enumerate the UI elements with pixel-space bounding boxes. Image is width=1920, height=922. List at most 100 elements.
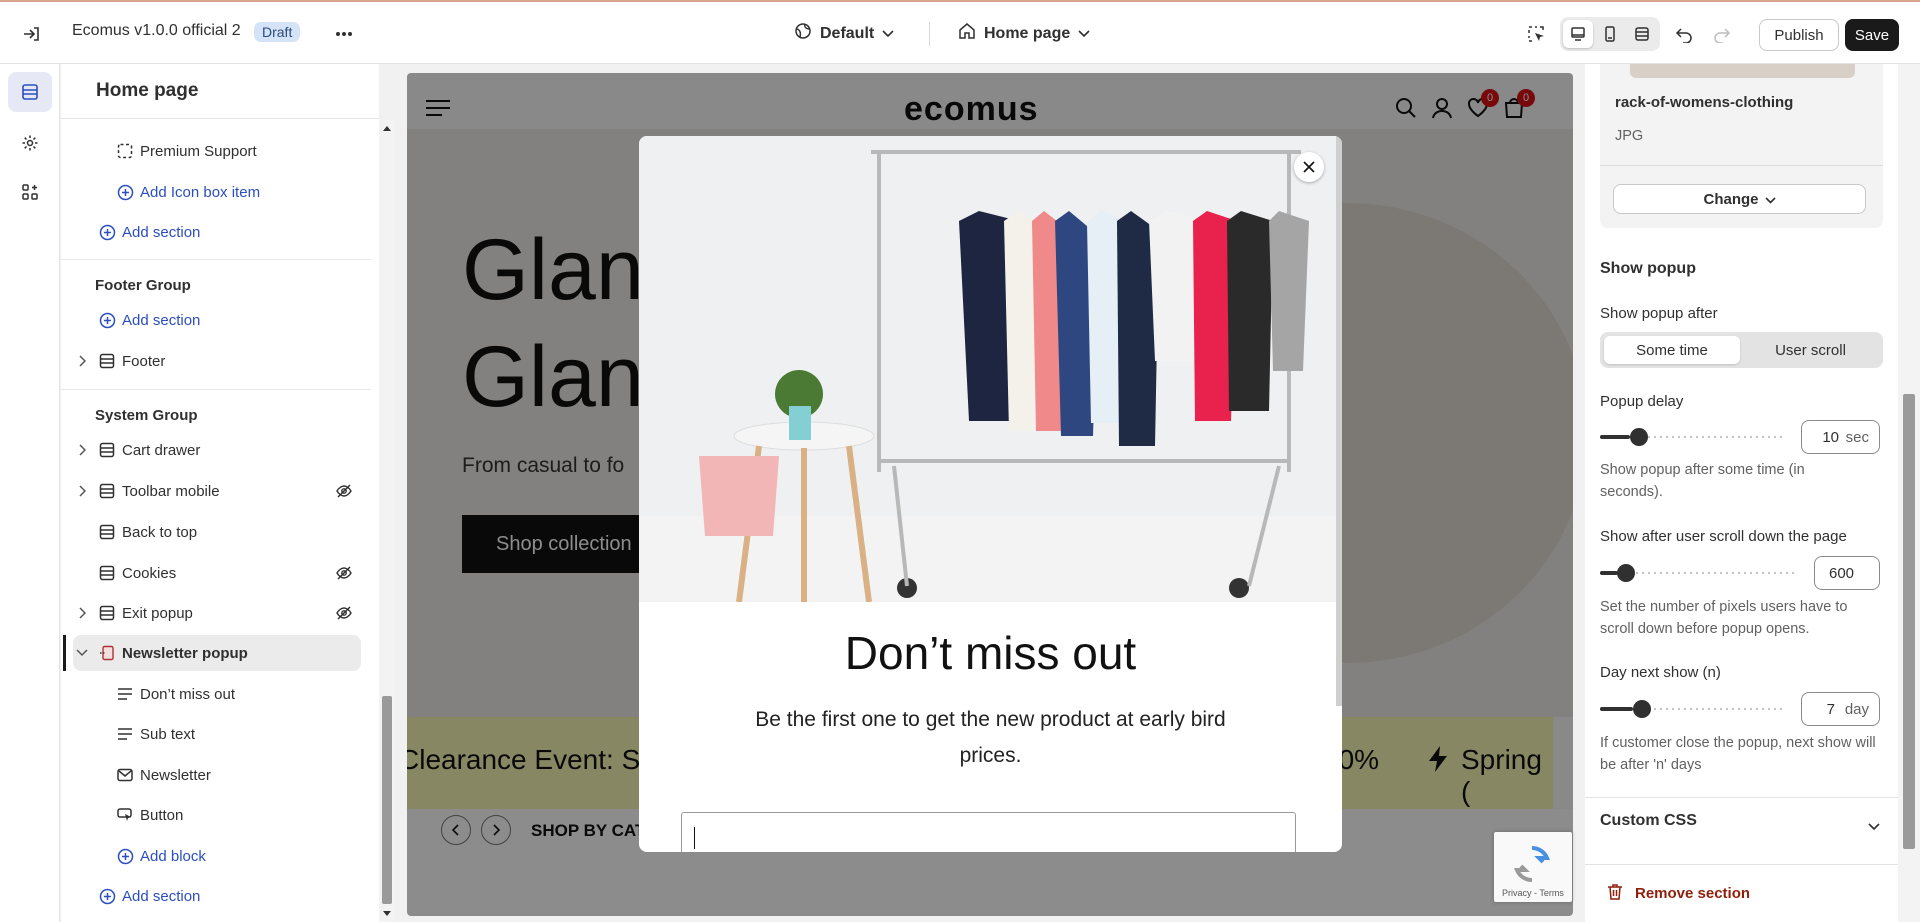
section-footer[interactable]: Footer	[61, 343, 361, 379]
section-cookies[interactable]: Cookies	[61, 555, 361, 591]
block-label: Don’t miss out	[140, 685, 236, 703]
more-icon[interactable]	[330, 20, 358, 48]
section-label: Cookies	[122, 564, 177, 582]
chevron-right-icon[interactable]	[75, 444, 89, 456]
redo-icon[interactable]	[1708, 20, 1736, 48]
scroll-thumb[interactable]	[1903, 394, 1915, 849]
day-next-show-slider[interactable]	[1600, 699, 1785, 719]
slider-knob[interactable]	[1617, 564, 1635, 582]
image-name: rack-of-womens-clothing	[1615, 94, 1794, 111]
popup-delay-input[interactable]: 10 sec	[1801, 420, 1880, 454]
block-label: Premium Support	[140, 142, 257, 160]
remove-section-button[interactable]: Remove section	[1607, 883, 1750, 904]
undo-icon[interactable]	[1670, 20, 1698, 48]
popup-delay-label: Popup delay	[1600, 393, 1684, 410]
popup-delay-value: 10	[1822, 428, 1839, 446]
add-icon-box-item-button[interactable]: Add Icon box item	[61, 174, 361, 210]
popup-delay-slider[interactable]	[1600, 427, 1785, 447]
popup-email-input[interactable]	[681, 812, 1296, 852]
block-button[interactable]: Button	[61, 797, 361, 833]
slider-knob[interactable]	[1630, 428, 1648, 446]
close-icon[interactable]	[1294, 152, 1324, 182]
add-section-button[interactable]: Add section	[61, 302, 361, 338]
popup-title: Don’t miss out	[844, 627, 1137, 679]
block-sub-text[interactable]: Sub text	[61, 716, 361, 752]
scroll-input[interactable]: 600	[1814, 556, 1880, 590]
sections-icon[interactable]	[8, 72, 52, 112]
globe-icon	[794, 22, 812, 45]
scroll-down-arrow-icon[interactable]	[382, 910, 392, 918]
chevron-right-icon[interactable]	[75, 355, 89, 367]
eye-off-icon[interactable]	[335, 604, 353, 622]
add-section-label: Add section	[122, 223, 201, 241]
add-block-button[interactable]: Add block	[61, 838, 361, 874]
scroll-thumb[interactable]	[382, 696, 392, 904]
chevron-down-icon[interactable]	[75, 649, 89, 657]
scroll-up-arrow-icon[interactable]	[382, 124, 392, 132]
day-next-show-input[interactable]: 7 day	[1801, 692, 1880, 726]
section-back-to-top[interactable]: Back to top	[61, 514, 361, 550]
desktop-icon[interactable]	[1563, 20, 1593, 48]
block-premium-support[interactable]: Premium Support	[61, 133, 361, 169]
apps-icon[interactable]	[8, 172, 52, 212]
slider-fill	[1600, 571, 1618, 575]
segment-user-scroll[interactable]: User scroll	[1742, 336, 1879, 364]
section-cart-drawer[interactable]: Cart drawer	[61, 432, 361, 468]
divider	[929, 22, 930, 46]
trash-icon	[1607, 883, 1623, 904]
block-label: Sub text	[140, 725, 196, 743]
add-section-label: Add section	[122, 887, 201, 905]
popup-delay-unit: sec	[1845, 428, 1869, 446]
exit-icon[interactable]	[18, 20, 46, 48]
eye-off-icon[interactable]	[335, 482, 353, 500]
section-icon	[98, 482, 116, 500]
fullscreen-icon[interactable]	[1627, 20, 1657, 48]
left-scrollbar[interactable]	[379, 120, 395, 922]
popup-image	[639, 136, 1342, 603]
scroll-help: Set the number of pixels users have to s…	[1600, 599, 1848, 637]
recaptcha-badge[interactable]: Privacy - Terms	[1494, 832, 1572, 902]
recaptcha-text[interactable]: Privacy - Terms	[1502, 888, 1564, 898]
publish-button[interactable]: Publish	[1759, 19, 1839, 51]
block-label: Newsletter	[140, 766, 211, 784]
change-image-button[interactable]: Change	[1613, 184, 1866, 214]
image-type: JPG	[1615, 128, 1644, 144]
divider	[61, 259, 371, 260]
chevron-right-icon[interactable]	[75, 485, 89, 497]
block-newsletter[interactable]: Newsletter	[61, 757, 361, 793]
block-dont-miss-out[interactable]: Don’t miss out	[61, 676, 361, 712]
page-selector[interactable]: Home page	[958, 22, 1090, 45]
custom-css-collapsible[interactable]: Custom CSS	[1585, 798, 1898, 848]
right-scrollbar[interactable]	[1898, 64, 1920, 922]
section-toolbar-mobile[interactable]: Toolbar mobile	[61, 473, 361, 509]
theme-selector[interactable]: Default	[794, 22, 894, 45]
add-section-button[interactable]: Add section	[61, 878, 361, 914]
mobile-icon[interactable]	[1595, 20, 1625, 48]
chevron-down-icon	[1078, 25, 1090, 43]
plus-circle-icon	[116, 183, 134, 201]
save-button[interactable]: Save	[1845, 19, 1899, 51]
app-title: Ecomus v1.0.0 official 2	[72, 22, 241, 39]
settings-icon[interactable]	[8, 123, 52, 163]
segment-some-time[interactable]: Some time	[1604, 336, 1740, 364]
remove-section-bar: Remove section	[1585, 864, 1898, 922]
section-label: Back to top	[122, 523, 198, 541]
eye-off-icon[interactable]	[335, 564, 353, 582]
popup-scrollbar[interactable]	[1336, 136, 1342, 706]
button-block-icon	[116, 806, 134, 824]
section-exit-popup[interactable]: Exit popup	[61, 595, 361, 631]
add-block-label: Add block	[140, 847, 206, 865]
chevron-right-icon[interactable]	[75, 607, 89, 619]
slider-knob[interactable]	[1633, 700, 1651, 718]
scroll-slider[interactable]	[1600, 563, 1797, 583]
section-icon	[98, 523, 116, 541]
inspector-icon[interactable]	[1522, 20, 1550, 48]
settings-panel-content: rack-of-womens-clothing JPG Change Show …	[1585, 64, 1898, 922]
theme-selector-label: Default	[820, 24, 875, 42]
section-newsletter-popup[interactable]: Newsletter popup	[61, 635, 361, 671]
popup-section-icon	[98, 644, 116, 662]
popup-delay-help: Show popup after some time (in seconds).	[1600, 462, 1805, 500]
recaptcha-icon	[1514, 845, 1550, 883]
add-section-button[interactable]: Add section	[61, 214, 361, 250]
divider	[1600, 165, 1883, 166]
